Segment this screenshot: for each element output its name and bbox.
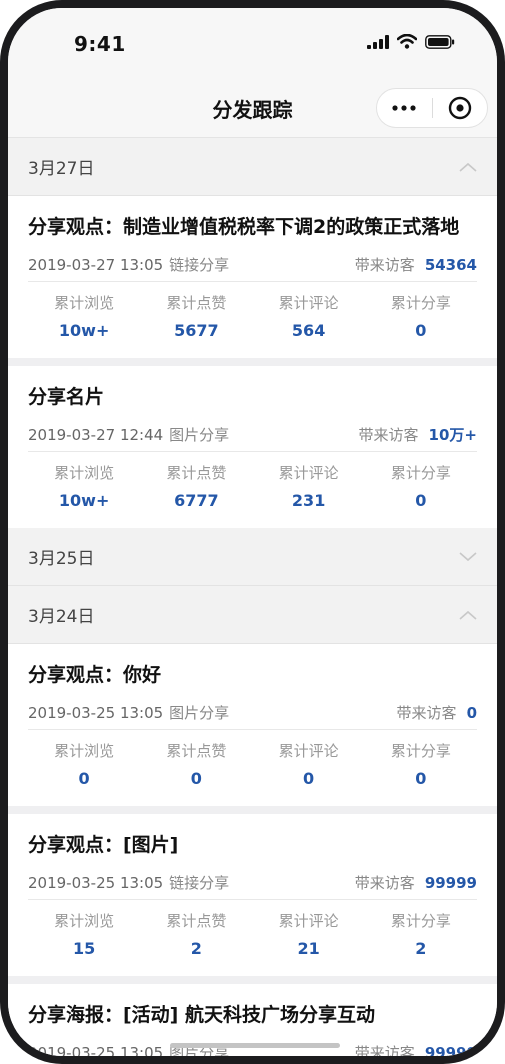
share-card[interactable]: 分享观点：你好 2019-03-25 13:05 图片分享 带来访客 0 累计浏览 0… — [8, 644, 497, 806]
visitors-label: 带来访客 — [358, 426, 419, 444]
comments-value: 231 — [291, 491, 326, 510]
share-type: 图片分享 — [169, 704, 230, 722]
share-stats: 累计浏览 0 累计点赞 0 累计评论 0 累计分享 0 — [28, 730, 477, 806]
date-label: 3月27日 — [28, 159, 95, 179]
comments-value: 0 — [303, 769, 315, 788]
nav-bar: 分发跟踪 — [8, 80, 497, 138]
share-stats: 累计浏览 10w+ 累计点赞 5677 累计评论 564 累计分享 0 — [28, 282, 477, 358]
views-value: 0 — [78, 769, 90, 788]
shares-label: 累计分享 — [390, 912, 451, 930]
date-group-header[interactable]: 3月25日 — [8, 528, 497, 586]
visitors-label: 带来访客 — [354, 874, 415, 892]
visitors-label: 带来访客 — [354, 1044, 415, 1056]
likes-label: 累计点赞 — [166, 742, 227, 760]
card-separator — [8, 976, 497, 984]
share-type: 链接分享 — [169, 256, 230, 274]
status-time: 9:41 — [74, 32, 126, 56]
share-card[interactable]: 分享观点：制造业增值税税率下调2的政策正式落地 2019-03-27 13:05… — [8, 196, 497, 358]
share-title: 分享名片 — [28, 386, 105, 408]
screen: 9:41 分发跟踪 3月27日 分享观点：制造业增值税税率下调2的政策正式落地 … — [8, 8, 497, 1056]
mini-program-capsule — [376, 88, 488, 128]
likes-label: 累计点赞 — [166, 294, 227, 312]
share-type: 图片分享 — [169, 426, 230, 444]
chevron-down-icon — [459, 551, 477, 561]
visitors-label: 带来访客 — [354, 256, 415, 274]
date-label: 3月25日 — [28, 549, 95, 569]
date-label: 3月24日 — [28, 607, 95, 627]
visitors-value: 0 — [466, 704, 477, 722]
chevron-up-icon — [459, 162, 477, 172]
likes-label: 累计点赞 — [166, 464, 227, 482]
status-icons — [367, 34, 455, 49]
comments-label: 累计评论 — [278, 742, 339, 760]
chevron-up-icon — [459, 610, 477, 620]
views-label: 累计浏览 — [54, 912, 115, 930]
comments-value: 21 — [297, 939, 320, 958]
visitors-value: 99999 — [424, 1044, 477, 1056]
shares-label: 累计分享 — [390, 294, 451, 312]
share-type: 链接分享 — [169, 874, 230, 892]
share-title: 分享观点：制造业增值税税率下调2的政策正式落地 — [28, 216, 460, 238]
visitors-label: 带来访客 — [396, 704, 457, 722]
comments-label: 累计评论 — [278, 464, 339, 482]
share-title: 分享海报：[活动] 航天科技广场分享互动 — [28, 1004, 375, 1026]
close-circle-icon — [448, 96, 471, 120]
card-separator — [8, 806, 497, 814]
likes-value: 2 — [190, 939, 202, 958]
share-card[interactable]: 分享名片 2019-03-27 12:44 图片分享 带来访客 10万+ 累计浏览 1… — [8, 366, 497, 528]
share-time: 2019-03-25 13:05 — [28, 874, 164, 892]
share-time: 2019-03-27 12:44 — [28, 426, 164, 444]
share-meta: 2019-03-27 13:05 链接分享 带来访客 54364 — [28, 248, 477, 282]
likes-value: 0 — [190, 769, 202, 788]
visitors-value: 99999 — [424, 874, 477, 892]
likes-value: 5677 — [174, 321, 219, 340]
shares-value: 2 — [415, 939, 427, 958]
date-group-header[interactable]: 3月27日 — [8, 138, 497, 196]
share-time: 2019-03-25 13:05 — [28, 704, 164, 722]
views-value: 10w+ — [58, 321, 110, 340]
likes-value: 6777 — [174, 491, 219, 510]
share-stats: 累计浏览 15 累计点赞 2 累计评论 21 累计分享 2 — [28, 900, 477, 976]
more-dots-icon — [392, 105, 416, 111]
likes-label: 累计点赞 — [166, 912, 227, 930]
share-title: 分享观点：你好 — [28, 664, 162, 686]
visitors-value: 10万+ — [428, 426, 477, 444]
visitors-value: 54364 — [424, 256, 477, 274]
date-group-header[interactable]: 3月24日 — [8, 586, 497, 644]
share-time: 2019-03-25 13:05 — [28, 1044, 164, 1056]
share-meta: 2019-03-27 12:44 图片分享 带来访客 10万+ — [28, 418, 477, 452]
card-separator — [8, 358, 497, 366]
views-label: 累计浏览 — [54, 294, 115, 312]
views-label: 累计浏览 — [54, 742, 115, 760]
shares-value: 0 — [415, 491, 427, 510]
comments-label: 累计评论 — [278, 294, 339, 312]
more-button[interactable] — [377, 88, 432, 128]
shares-label: 累计分享 — [390, 464, 451, 482]
signal-icon — [367, 34, 389, 49]
share-time: 2019-03-27 13:05 — [28, 256, 164, 274]
views-value: 10w+ — [58, 491, 110, 510]
shares-value: 0 — [415, 321, 427, 340]
battery-icon — [425, 34, 455, 49]
shares-label: 累计分享 — [390, 742, 451, 760]
share-meta: 2019-03-25 13:05 图片分享 带来访客 0 — [28, 696, 477, 730]
comments-value: 564 — [291, 321, 326, 340]
phone-frame: 9:41 分发跟踪 3月27日 分享观点：制造业增值税税率下调2的政策正式落地 … — [0, 0, 505, 1064]
status-bar: 9:41 — [8, 8, 497, 80]
tracking-list: 3月27日 分享观点：制造业增值税税率下调2的政策正式落地 2019-03-27… — [8, 138, 497, 1056]
views-value: 15 — [72, 939, 96, 958]
views-label: 累计浏览 — [54, 464, 115, 482]
share-stats: 累计浏览 10w+ 累计点赞 6777 累计评论 231 累计分享 0 — [28, 452, 477, 528]
share-title: 分享观点：[图片] — [28, 834, 179, 856]
close-button[interactable] — [432, 88, 487, 128]
wifi-icon — [397, 34, 417, 49]
comments-label: 累计评论 — [278, 912, 339, 930]
shares-value: 0 — [415, 769, 427, 788]
home-indicator — [170, 1043, 340, 1048]
share-card[interactable]: 分享观点：[图片] 2019-03-25 13:05 链接分享 带来访客 99999… — [8, 814, 497, 976]
share-meta: 2019-03-25 13:05 链接分享 带来访客 99999 — [28, 866, 477, 900]
